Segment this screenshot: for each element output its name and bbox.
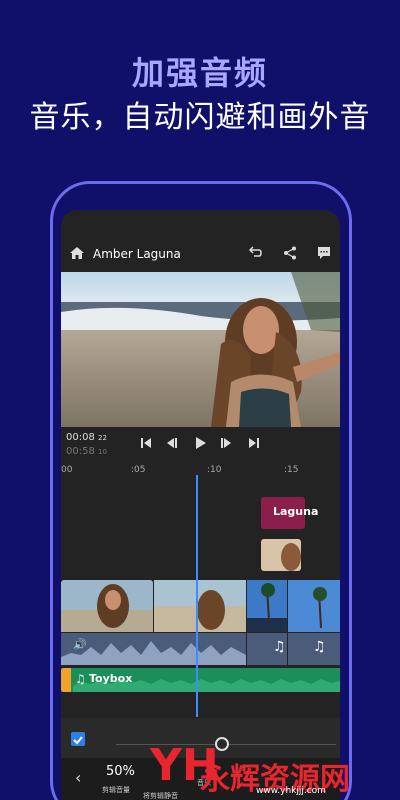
mute-label: 将剪辑静音	[143, 792, 178, 800]
current-time: 00:08 22	[66, 432, 107, 443]
step-back-icon[interactable]	[165, 436, 179, 450]
headline-title: 加强音频	[131, 54, 268, 92]
video-track[interactable]	[61, 580, 340, 632]
ruler-tick: 00	[61, 465, 73, 475]
comment-icon[interactable]	[316, 245, 332, 261]
playhead[interactable]	[196, 475, 198, 717]
checkbox[interactable]	[71, 732, 85, 746]
timeline-ruler[interactable]: 00 :05 :10 :15	[61, 462, 340, 482]
undo-icon[interactable]	[247, 245, 263, 261]
music-note-icon: ♫	[75, 672, 86, 686]
music-track[interactable]: ♫ Toybox	[61, 668, 340, 692]
back-icon[interactable]: ‹	[75, 768, 81, 787]
video-preview[interactable]	[61, 272, 340, 427]
watermark-url: www.yhkjjj.com	[256, 786, 326, 796]
ruler-tick: :05	[131, 465, 146, 475]
image-clip[interactable]	[261, 539, 301, 571]
ruler-tick: :15	[284, 465, 299, 475]
volume-value: 50%	[106, 764, 135, 779]
total-time: 00:58 10	[66, 446, 107, 457]
audio-track[interactable]: 🔊 ♫ ♫	[61, 633, 340, 665]
skip-end-icon[interactable]	[247, 436, 261, 450]
project-title: Amber Laguna	[93, 247, 181, 261]
app-toolbar: Amber Laguna	[61, 240, 340, 270]
play-icon[interactable]	[193, 436, 207, 450]
music-note-icon: ♫	[313, 639, 326, 655]
step-forward-icon[interactable]	[219, 436, 233, 450]
app-screen: Amber Laguna 00:08 22 00:58 10 00:05:1…	[61, 210, 340, 800]
skip-start-icon[interactable]	[139, 436, 153, 450]
volume-label: 剪辑音量	[102, 786, 130, 794]
share-icon[interactable]	[282, 245, 298, 261]
ruler-tick: :10	[207, 465, 222, 475]
title-clip[interactable]: Laguna	[261, 497, 318, 529]
voice-icon: 🔊	[73, 637, 87, 651]
headline-subtitle: 音乐，自动闪避和画外音	[29, 100, 371, 135]
music-note-icon: ♫	[273, 639, 286, 655]
music-track-label: Toybox	[89, 672, 133, 685]
home-icon[interactable]	[69, 246, 85, 260]
